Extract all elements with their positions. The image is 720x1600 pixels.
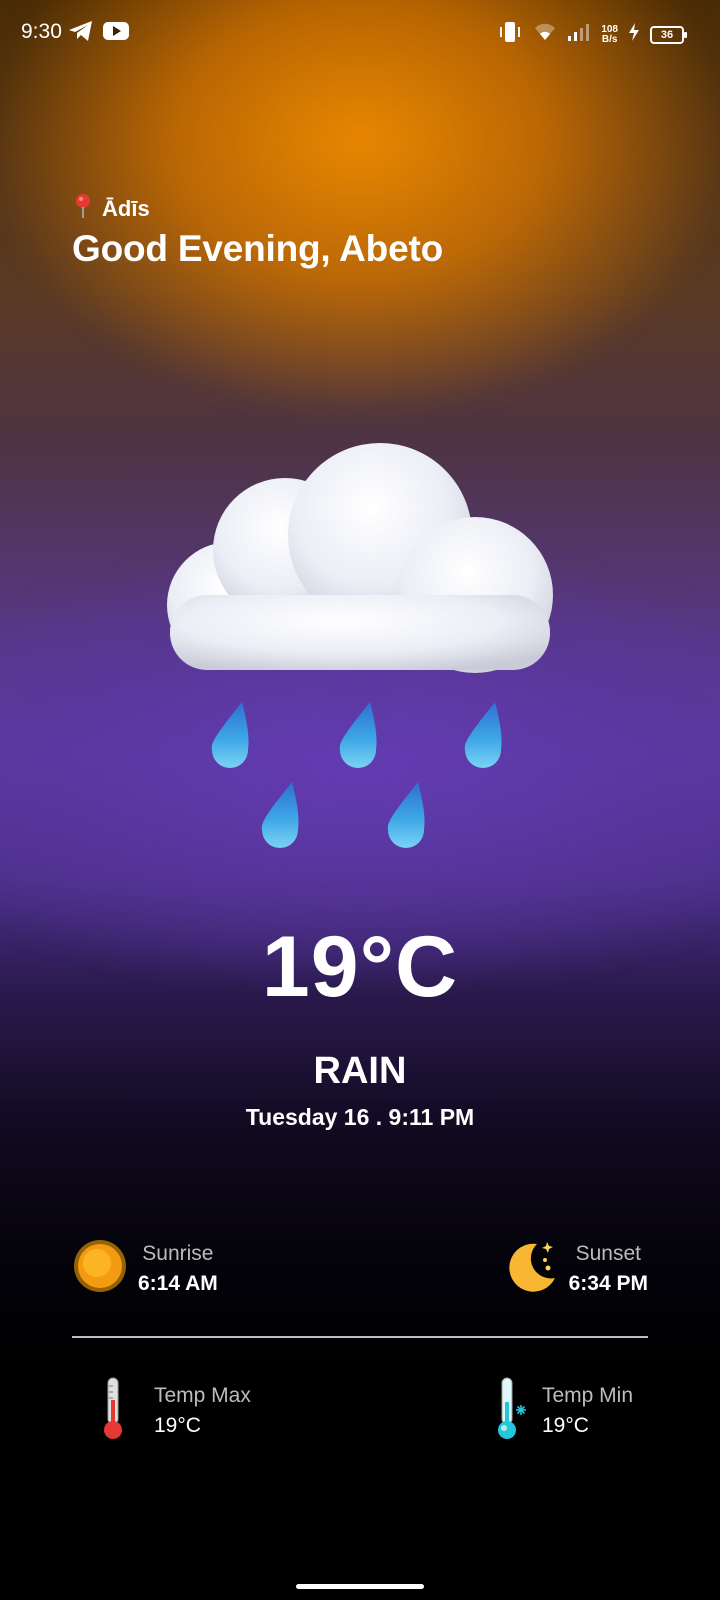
vibrate-icon [497,20,523,49]
home-indicator[interactable] [296,1584,424,1589]
greeting-title: Good Evening, Abeto [72,228,443,269]
status-time: 9:30 [21,20,62,43]
moon-icon [503,1238,559,1299]
temp-min-stat: Temp Min 19°C [494,1376,633,1445]
sunset-label: Sunset [575,1241,641,1265]
signal-icon [567,22,591,47]
rain-cloud-icon [150,430,570,860]
battery-icon: 36 [650,25,687,44]
sunrise-label: Sunrise [142,1241,214,1265]
location-row: Ādīs [74,193,150,224]
sunrise-value: 6:14 AM [138,1271,218,1295]
temp-min-label: Temp Min [542,1383,634,1407]
temp-max-label: Temp Max [154,1383,251,1407]
youtube-icon [102,20,130,47]
current-temperature: 19°C [261,919,459,1015]
network-speed: 108 B/s [601,23,618,45]
sunset-stat: Sunset 6:34 PM [503,1238,648,1299]
temp-min-value: 19°C [542,1413,589,1437]
divider [72,1336,648,1338]
wifi-icon [533,22,557,47]
temp-max-value: 19°C [154,1413,201,1437]
date-time: Tuesday 16 . 9:11 PM [245,1104,475,1130]
charging-icon [628,22,640,47]
status-bar: 9:30 108 B/s 36 [0,0,720,64]
sun-icon [72,1238,128,1299]
telegram-icon [68,20,94,47]
sunset-value: 6:34 PM [568,1271,648,1295]
temp-max-stat: Temp Max 19°C [100,1376,251,1445]
location-label: Ādīs [102,195,150,221]
weather-condition: RAIN [313,1050,407,1092]
thermometer-cold-icon [494,1376,528,1445]
sunrise-stat: Sunrise 6:14 AM [72,1238,218,1299]
pin-icon [74,193,92,224]
thermometer-hot-icon [100,1376,126,1445]
